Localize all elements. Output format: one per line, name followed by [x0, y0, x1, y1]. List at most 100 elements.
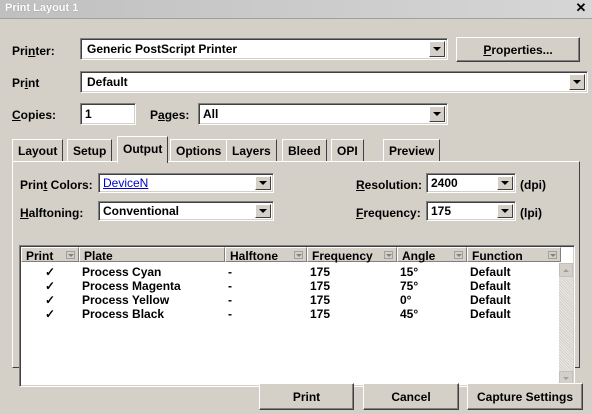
tab-label: Options [176, 144, 222, 158]
resolution-select[interactable]: 2400 [426, 173, 516, 193]
function-value: Default [470, 307, 511, 321]
print-style-select[interactable]: Default [80, 71, 588, 93]
tab-label: Setup [73, 144, 107, 158]
sort-icon[interactable] [294, 251, 303, 259]
chevron-down-icon[interactable] [569, 74, 585, 90]
chevron-down-icon[interactable] [255, 204, 271, 218]
window-title: Print Layout 1 [5, 2, 79, 14]
print-colors-select[interactable]: DeviceN [98, 173, 274, 193]
properties-button[interactable]: Properties... [456, 37, 580, 62]
frequency-value: 175 [310, 293, 331, 307]
frequency-label: Frequency: [356, 206, 421, 220]
pages-select[interactable]: All [198, 103, 448, 125]
scroll-up-icon[interactable] [559, 263, 573, 277]
copies-input[interactable]: 1 [80, 103, 136, 125]
halftone-value: - [228, 265, 232, 279]
tab-bleed[interactable]: Bleed [282, 139, 327, 161]
copies-value: 1 [85, 107, 92, 121]
chevron-down-icon[interactable] [497, 204, 513, 218]
close-icon[interactable]: ✕ [574, 1, 588, 15]
function-value: Default [470, 265, 511, 279]
frequency-unit: (lpi) [520, 206, 542, 220]
chevron-down-icon[interactable] [429, 106, 445, 122]
function-value: Default [470, 293, 511, 307]
tab-opi[interactable]: OPI [331, 139, 364, 161]
frequency-value: 175 [431, 204, 452, 218]
tab-output[interactable]: Output [117, 136, 169, 163]
title-bar: Print Layout 1 ✕ [0, 0, 592, 19]
print-label: Print [12, 76, 40, 90]
tab-label: OPI [337, 144, 358, 158]
angle-value: 45° [400, 307, 419, 321]
printer-label: Printer: [12, 44, 55, 58]
tab-layout[interactable]: Layout [12, 139, 64, 161]
tab-preview[interactable]: Preview [383, 139, 441, 161]
check-icon[interactable]: ✓ [45, 293, 55, 307]
resolution-label: Resolution: [356, 178, 422, 192]
print-colors-value: DeviceN [103, 176, 149, 190]
tab-label: Preview [389, 144, 435, 158]
column-label: Angle [402, 249, 436, 263]
printer-value: Generic PostScript Printer [87, 42, 238, 56]
column-header-plate[interactable]: Plate [79, 247, 225, 263]
chevron-down-icon[interactable] [429, 41, 445, 57]
chevron-down-icon[interactable] [255, 176, 271, 190]
tab-layers[interactable]: Layers [226, 139, 277, 161]
angle-value: 75° [400, 279, 419, 293]
table-row[interactable]: ✓ Process Yellow - 175 0° Default [21, 293, 557, 307]
halftoning-label: Halftoning: [20, 206, 84, 220]
cancel-button-label: Cancel [391, 389, 431, 404]
printer-select[interactable]: Generic PostScript Printer [80, 38, 448, 60]
check-icon[interactable]: ✓ [45, 265, 55, 279]
halftoning-value: Conventional [103, 204, 180, 218]
capture-settings-button[interactable]: Capture Settings [467, 383, 583, 410]
tab-label: Layers [232, 144, 271, 158]
halftoning-select[interactable]: Conventional [98, 201, 274, 221]
column-label: Frequency [312, 249, 373, 263]
column-header-angle[interactable]: Angle [397, 247, 467, 263]
cancel-button[interactable]: Cancel [363, 383, 459, 410]
column-label: Print [26, 249, 54, 263]
plates-rows: ✓ Process Cyan - 175 15° Default ✓ Proce… [21, 265, 557, 325]
table-row[interactable]: ✓ Process Black - 175 45° Default [21, 307, 557, 321]
check-icon[interactable]: ✓ [45, 279, 55, 293]
angle-value: 0° [400, 293, 412, 307]
angle-value: 15° [400, 265, 419, 279]
column-header-function[interactable]: Function [467, 247, 561, 263]
pages-value: All [203, 107, 219, 121]
list-scrollbar[interactable] [559, 263, 573, 385]
frequency-value: 175 [310, 265, 331, 279]
frequency-value: 175 [310, 279, 331, 293]
sort-icon[interactable] [454, 251, 463, 259]
table-row[interactable]: ✓ Process Cyan - 175 15° Default [21, 265, 557, 279]
plate-name: Process Yellow [82, 293, 170, 307]
halftone-value: - [228, 307, 232, 321]
table-row[interactable]: ✓ Process Magenta - 175 75° Default [21, 279, 557, 293]
check-icon[interactable]: ✓ [45, 307, 55, 321]
column-label: Plate [84, 249, 113, 263]
sort-icon[interactable] [548, 251, 557, 259]
column-header-halftone[interactable]: Halftone [225, 247, 307, 263]
column-header-frequency[interactable]: Frequency [307, 247, 397, 263]
sort-icon[interactable] [66, 251, 75, 259]
column-header-print[interactable]: Print [21, 247, 79, 263]
pages-label: Pages: [150, 108, 190, 122]
plate-name: Process Cyan [82, 265, 162, 279]
resolution-value: 2400 [431, 176, 458, 190]
print-colors-label: Print Colors: [20, 178, 93, 192]
halftone-value: - [228, 279, 232, 293]
tab-options[interactable]: Options [170, 139, 228, 161]
function-value: Default [470, 279, 511, 293]
chevron-down-icon[interactable] [497, 176, 513, 190]
column-label: Halftone [230, 249, 278, 263]
frequency-select[interactable]: 175 [426, 201, 516, 221]
copies-label: Copies: [12, 108, 57, 122]
tab-label: Bleed [288, 144, 321, 158]
halftone-value: - [228, 293, 232, 307]
tab-setup[interactable]: Setup [67, 139, 113, 161]
print-button[interactable]: Print [259, 383, 354, 410]
plate-name: Process Magenta [82, 279, 181, 293]
plate-name: Process Black [82, 307, 165, 321]
sort-icon[interactable] [384, 251, 393, 259]
frequency-value: 175 [310, 307, 331, 321]
